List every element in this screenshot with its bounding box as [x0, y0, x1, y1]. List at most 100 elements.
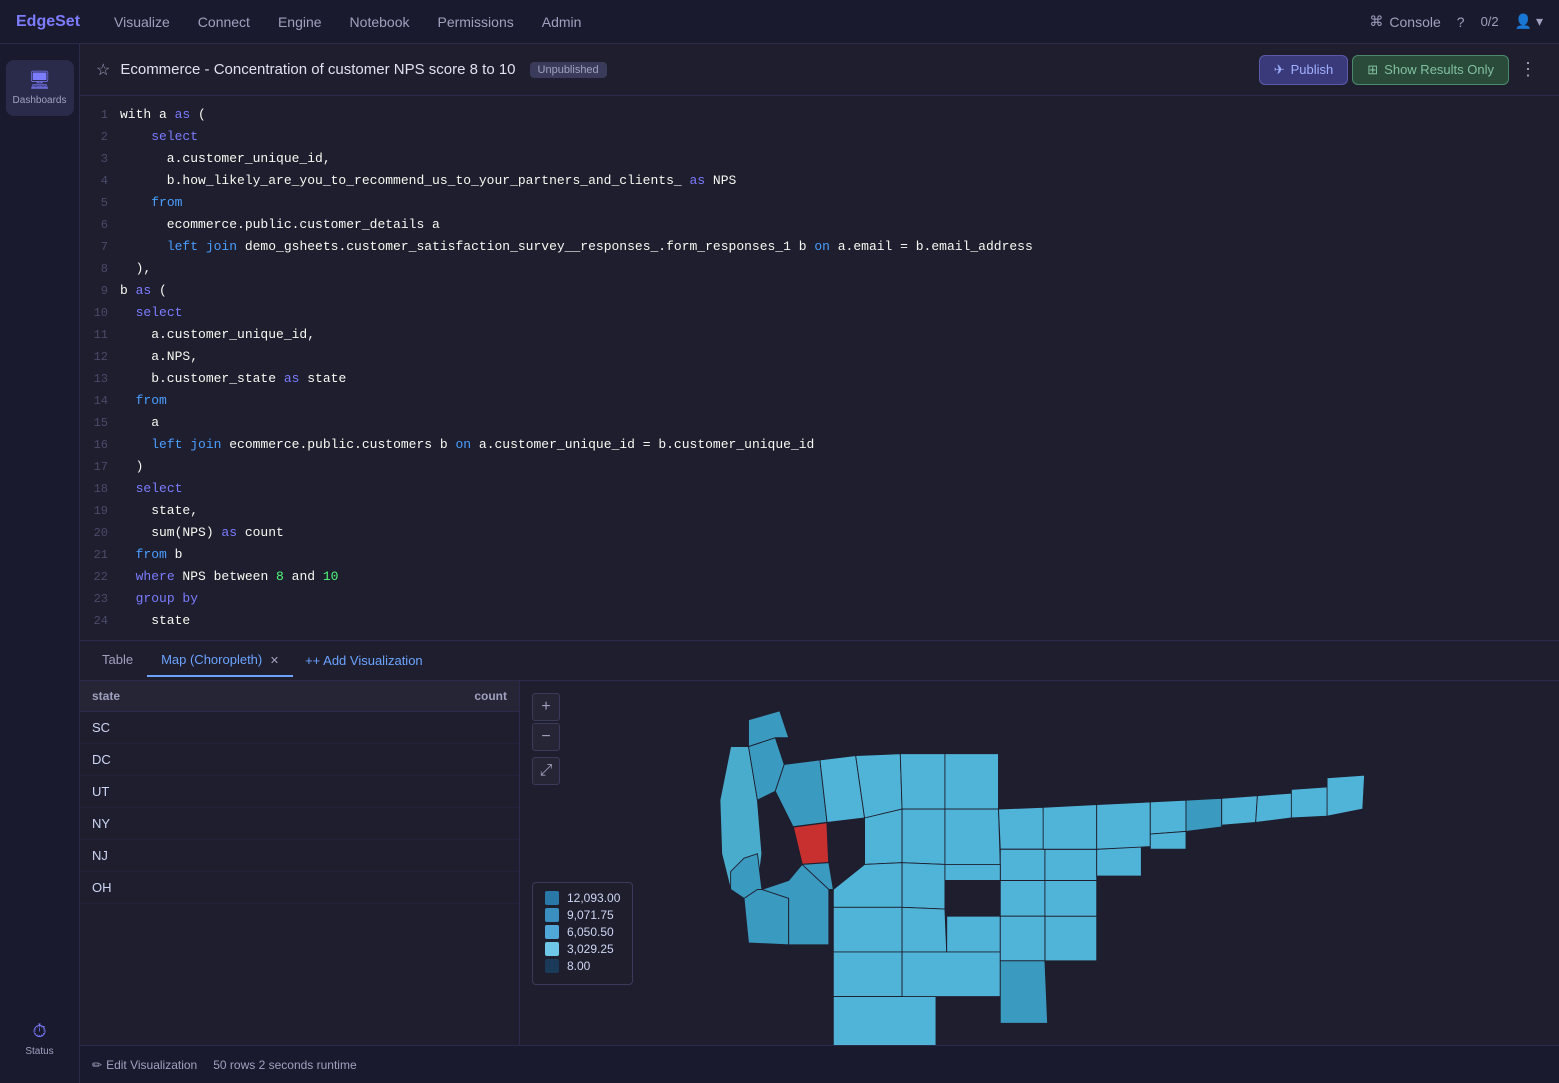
state-in[interactable]: [944, 864, 999, 880]
cell-state: OH: [80, 872, 300, 903]
state-mi[interactable]: [944, 754, 998, 809]
state-ok[interactable]: [833, 952, 902, 997]
code-line-9: 9b as (: [80, 280, 1559, 302]
code-line-11: 11 a.customer_unique_id,: [80, 324, 1559, 346]
us-map-container[interactable]: [520, 681, 1559, 1045]
state-il[interactable]: [944, 809, 999, 864]
results-content: state count SC DC UT: [80, 681, 1559, 1045]
cell-count: [300, 712, 520, 743]
line-number: 19: [88, 500, 120, 522]
state-sd[interactable]: [864, 809, 902, 864]
line-number: 22: [88, 566, 120, 588]
expand-button[interactable]: ⤢: [532, 757, 560, 785]
cell-count: [300, 808, 520, 839]
dashboards-icon: 🖥: [28, 70, 51, 91]
line-content: a.customer_unique_id,: [120, 148, 331, 170]
state-de[interactable]: [1150, 831, 1186, 849]
zoom-out-button[interactable]: −: [532, 723, 560, 751]
code-editor[interactable]: 1with a as (2 select3 a.customer_unique_…: [80, 96, 1559, 640]
state-sc[interactable]: [1044, 916, 1096, 961]
code-line-3: 3 a.customer_unique_id,: [80, 148, 1559, 170]
tab-table[interactable]: Table: [88, 644, 147, 677]
favorite-star-icon[interactable]: ☆: [96, 60, 110, 80]
legend-label-3: 6,050.50: [567, 925, 614, 939]
legend-item: 6,050.50: [545, 925, 620, 939]
map-controls: + − ⤢: [532, 693, 560, 785]
code-line-5: 5 from: [80, 192, 1559, 214]
state-ga[interactable]: [1000, 916, 1045, 961]
state-fl[interactable]: [1000, 961, 1047, 1024]
state-ny[interactable]: [1150, 800, 1186, 834]
sidebar-item-status[interactable]: ⏱ Status: [6, 1011, 74, 1067]
state-mo[interactable]: [902, 907, 947, 952]
line-content: from: [120, 192, 182, 214]
user-avatar[interactable]: 👤 ▾: [1515, 13, 1543, 30]
state-ar[interactable]: [946, 916, 1000, 952]
content-area: ☆ Ecommerce - Concentration of customer …: [80, 44, 1559, 1083]
line-content: where NPS between 8 and 10: [120, 566, 338, 588]
state-wi[interactable]: [902, 809, 945, 864]
state-ct[interactable]: [1221, 796, 1257, 825]
line-content: from b: [120, 544, 182, 566]
state-tx[interactable]: [833, 997, 936, 1045]
state-ne[interactable]: [833, 863, 902, 908]
help-icon[interactable]: ?: [1457, 14, 1465, 30]
edit-visualization-button-2[interactable]: ✏ Edit Visualization: [92, 1058, 197, 1072]
nav-permissions[interactable]: Permissions: [435, 10, 515, 34]
nav-admin[interactable]: Admin: [540, 10, 584, 34]
state-ia[interactable]: [902, 863, 945, 909]
legend-item: 12,093.00: [545, 891, 620, 905]
state-ks[interactable]: [833, 907, 902, 952]
user-count: 0/2: [1481, 14, 1499, 29]
code-line-1: 1with a as (: [80, 104, 1559, 126]
legend-label-4: 3,029.25: [567, 942, 614, 956]
state-ky[interactable]: [1000, 849, 1045, 880]
state-md-dc[interactable]: [1096, 847, 1141, 876]
line-number: 13: [88, 368, 120, 390]
state-ut[interactable]: [793, 822, 829, 864]
add-visualization-button[interactable]: + + Add Visualization: [293, 645, 435, 676]
code-line-7: 7 left join demo_gsheets.customer_satisf…: [80, 236, 1559, 258]
line-number: 10: [88, 302, 120, 324]
state-me[interactable]: [1327, 775, 1365, 816]
state-ri-ma[interactable]: [1255, 793, 1293, 822]
state-id[interactable]: [775, 760, 827, 827]
nav-connect[interactable]: Connect: [196, 10, 252, 34]
line-number: 4: [88, 170, 120, 192]
console-button[interactable]: ⌘ Console: [1369, 13, 1440, 30]
code-line-16: 16 left join ecommerce.public.customers …: [80, 434, 1559, 456]
table-row: NJ: [80, 840, 519, 872]
more-options-button[interactable]: ⋮: [1513, 55, 1543, 84]
us-choropleth-map[interactable]: [651, 693, 1471, 1045]
sidebar-item-dashboards[interactable]: 🖥 Dashboards: [6, 60, 74, 116]
publish-button[interactable]: ✈ Publish: [1259, 55, 1349, 85]
state-mn[interactable]: [900, 754, 945, 809]
state-tn[interactable]: [1000, 881, 1045, 917]
line-number: 12: [88, 346, 120, 368]
tab-map-choropleth[interactable]: Map (Choropleth) ✕: [147, 644, 293, 677]
state-wv[interactable]: [1043, 805, 1097, 850]
line-content: select: [120, 126, 198, 148]
show-results-button[interactable]: ⊞ Show Results Only: [1352, 55, 1509, 85]
line-content: sum(NPS) as count: [120, 522, 284, 544]
code-line-24: 24 state: [80, 610, 1559, 632]
nav-notebook[interactable]: Notebook: [348, 10, 412, 34]
state-pa[interactable]: [1096, 802, 1150, 849]
line-number: 14: [88, 390, 120, 412]
state-nj[interactable]: [1186, 798, 1222, 831]
state-nc[interactable]: [1044, 876, 1096, 916]
state-az[interactable]: [744, 889, 789, 944]
state-va[interactable]: [1044, 849, 1096, 880]
line-content: a: [120, 412, 159, 434]
state-la[interactable]: [902, 952, 1000, 997]
status-badge: Unpublished: [530, 62, 607, 78]
tab-close-icon[interactable]: ✕: [270, 655, 279, 667]
state-oh[interactable]: [998, 807, 1044, 849]
nav-engine[interactable]: Engine: [276, 10, 324, 34]
brand-logo[interactable]: EdgeSet: [16, 13, 80, 31]
line-number: 23: [88, 588, 120, 610]
state-vt-nh[interactable]: [1291, 787, 1329, 818]
zoom-in-button[interactable]: +: [532, 693, 560, 721]
nav-visualize[interactable]: Visualize: [112, 10, 172, 34]
line-content: group by: [120, 588, 198, 610]
